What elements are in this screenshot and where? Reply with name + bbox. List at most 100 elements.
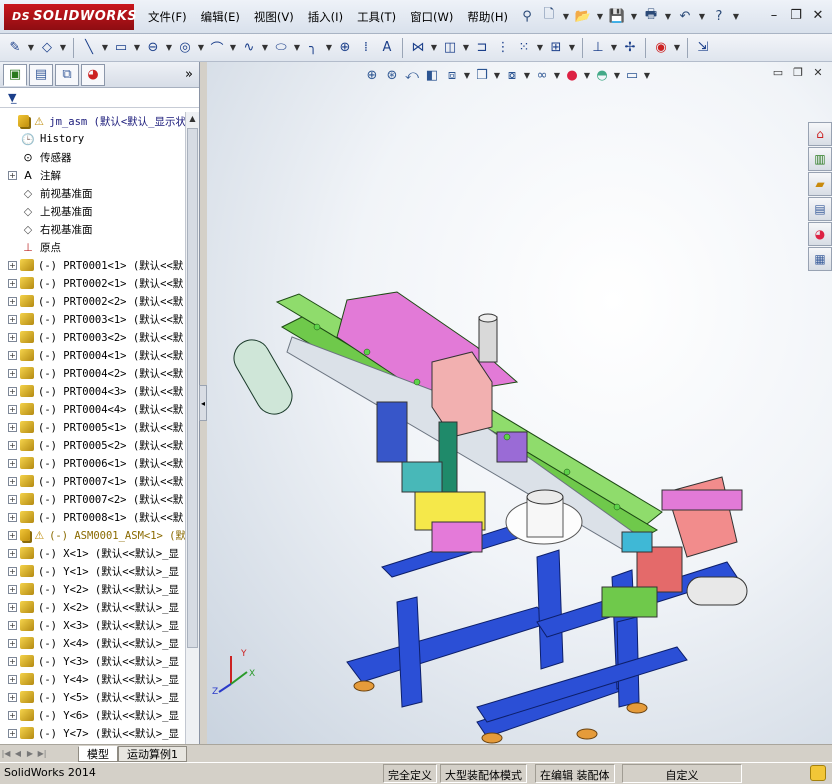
move-dropdown[interactable]: ▼ [568, 39, 576, 57]
expand-icon[interactable]: + [8, 368, 17, 378]
expand-icon[interactable]: + [8, 422, 17, 432]
quick-snaps-icon[interactable]: ◉ [652, 39, 670, 57]
expand-icon[interactable]: + [8, 278, 17, 288]
tab-model[interactable]: 模型 [78, 745, 118, 762]
linear-pattern-icon[interactable]: ⁙ [515, 39, 533, 57]
menu-file[interactable]: 文件(F) [148, 9, 187, 25]
expand-icon[interactable]: + [8, 638, 17, 648]
dimension-dropdown[interactable]: ▼ [59, 39, 67, 57]
tree-item[interactable]: ◇ 上视基准面 [0, 202, 186, 220]
sketch-dropdown[interactable]: ▼ [27, 39, 35, 57]
tree-item[interactable]: ⊙ 传感器 [0, 148, 186, 166]
configuration-manager-tab[interactable]: ⧉ [55, 63, 79, 86]
sketch-icon[interactable]: ✎ [6, 39, 24, 57]
expand-icon[interactable]: + [8, 692, 17, 702]
display-relations-icon[interactable]: ⊥ [589, 39, 607, 57]
menu-tools[interactable]: 工具(T) [357, 9, 396, 25]
tree-item[interactable]: + (-) PRT0007<2> (默认<<默 [0, 490, 186, 508]
print-icon[interactable]: 🖶 [642, 7, 660, 25]
trim-icon[interactable]: ⋈ [409, 39, 427, 57]
circle-dropdown[interactable]: ▼ [197, 39, 205, 57]
slot-dropdown[interactable]: ▼ [165, 39, 173, 57]
menu-edit[interactable]: 编辑(E) [201, 9, 240, 25]
new-document-icon[interactable]: 🗋 [540, 7, 558, 25]
spline-dropdown[interactable]: ▼ [261, 39, 269, 57]
circle-icon[interactable]: ◎ [176, 39, 194, 57]
expand-icon[interactable]: + [8, 260, 17, 270]
expand-icon[interactable]: + [8, 458, 17, 468]
trim-dropdown[interactable]: ▼ [430, 39, 438, 57]
tree-item[interactable]: + (-) Y<6> (默认<<默认>_显 [0, 706, 186, 724]
solidworks-logo[interactable]: DS SOLIDWORKS [4, 4, 137, 30]
expand-icon[interactable]: + [8, 710, 17, 720]
move-entities-icon[interactable]: ⊞ [547, 39, 565, 57]
tree-item[interactable]: + (-) Y<1> (默认<<默认>_显 [0, 562, 186, 580]
tree-item[interactable]: + (-) PRT0001<1> (默认<<默 [0, 256, 186, 274]
expand-icon[interactable]: + [8, 350, 17, 360]
tree-item[interactable]: + A 注解 [0, 166, 186, 184]
new-dropdown[interactable]: ▼ [562, 7, 570, 25]
open-icon[interactable]: 📂 [574, 7, 592, 25]
expand-icon[interactable]: + [8, 386, 17, 396]
expand-icon[interactable]: + [8, 584, 17, 594]
expand-panel-icon[interactable]: » [185, 67, 193, 82]
spline-icon[interactable]: ∿ [240, 39, 258, 57]
slot-icon[interactable]: ⊖ [144, 39, 162, 57]
tree-item[interactable]: + (-) PRT0005<1> (默认<<默 [0, 418, 186, 436]
tree-root-assembly[interactable]: ⚠ jm_asm (默认<默认_显示状 [0, 112, 186, 130]
line-dropdown[interactable]: ▼ [101, 39, 109, 57]
expand-icon[interactable]: + [8, 494, 17, 504]
tree-item[interactable]: + (-) PRT0007<1> (默认<<默 [0, 472, 186, 490]
close-icon[interactable]: ✕ [808, 5, 828, 25]
panel-collapse-handle[interactable]: ◂ [199, 385, 207, 421]
tree-item[interactable]: + (-) X<3> (默认<<默认>_显 [0, 616, 186, 634]
menu-insert[interactable]: 插入(I) [308, 9, 343, 25]
tree-item[interactable]: + (-) PRT0004<2> (默认<<默 [0, 364, 186, 382]
tree-item[interactable]: ⊥ 原点 [0, 238, 186, 256]
display-manager-tab[interactable]: ◕ [81, 63, 105, 86]
help-dropdown[interactable]: ▼ [732, 7, 740, 25]
tree-item[interactable]: + (-) PRT0002<2> (默认<<默 [0, 292, 186, 310]
menu-help[interactable]: 帮助(H) [467, 9, 508, 25]
graphics-area[interactable]: ⊕ ⊛ ⤺ ◧ ⧈ ▼ ❒ ▼ ⧇ ▼ ∞ ▼ ● ▼ ◓ ▼ ▭ ▼ ▭ ❐ ✕ ⌂ ▥ ▰… [207, 62, 832, 744]
tree-item[interactable]: ◇ 右视基准面 [0, 220, 186, 238]
tree-item[interactable]: + (-) PRT0004<4> (默认<<默 [0, 400, 186, 418]
first-tab-icon[interactable]: |◀ [0, 747, 12, 761]
quick-tips-icon[interactable] [810, 765, 826, 781]
open-dropdown[interactable]: ▼ [596, 7, 604, 25]
pattern-dropdown[interactable]: ▼ [536, 39, 544, 57]
expand-icon[interactable]: + [8, 548, 17, 558]
tree-item[interactable]: + (-) PRT0005<2> (默认<<默 [0, 436, 186, 454]
tree-item[interactable]: 🕒 History [0, 130, 186, 148]
print-dropdown[interactable]: ▼ [664, 7, 672, 25]
centerline-icon[interactable]: ⁞ [357, 39, 375, 57]
expand-icon[interactable]: + [8, 530, 17, 540]
tree-item[interactable]: + (-) PRT0006<1> (默认<<默 [0, 454, 186, 472]
repair-sketch-icon[interactable]: ✢ [621, 39, 639, 57]
expand-icon[interactable]: + [8, 602, 17, 612]
expand-icon[interactable]: + [8, 440, 17, 450]
point-icon[interactable]: ⊕ [336, 39, 354, 57]
tree-item[interactable]: + (-) Y<4> (默认<<默认>_显 [0, 670, 186, 688]
expand-icon[interactable]: + [8, 476, 17, 486]
assembly-model-render[interactable] [207, 62, 832, 744]
rectangle-dropdown[interactable]: ▼ [133, 39, 141, 57]
rectangle-icon[interactable]: ▭ [112, 39, 130, 57]
minimize-icon[interactable]: – [764, 5, 784, 25]
text-icon[interactable]: A [378, 39, 396, 57]
expand-icon[interactable]: + [8, 566, 17, 576]
fillet-icon[interactable]: ╮ [304, 39, 322, 57]
tree-item[interactable]: + (-) Y<3> (默认<<默认>_显 [0, 652, 186, 670]
next-tab-icon[interactable]: ▶ [24, 747, 36, 761]
help-icon[interactable]: ? [710, 7, 728, 25]
arc-dropdown[interactable]: ▼ [229, 39, 237, 57]
expand-icon[interactable]: + [8, 620, 17, 630]
tab-motion-study[interactable]: 运动算例1 [118, 745, 187, 762]
snaps-dropdown[interactable]: ▼ [673, 39, 681, 57]
prev-tab-icon[interactable]: ◀ [12, 747, 24, 761]
save-dropdown[interactable]: ▼ [630, 7, 638, 25]
expand-icon[interactable]: + [8, 314, 17, 324]
tree-item[interactable]: + (-) PRT0003<2> (默认<<默 [0, 328, 186, 346]
scroll-thumb[interactable] [187, 128, 198, 648]
save-icon[interactable]: 💾 [608, 7, 626, 25]
